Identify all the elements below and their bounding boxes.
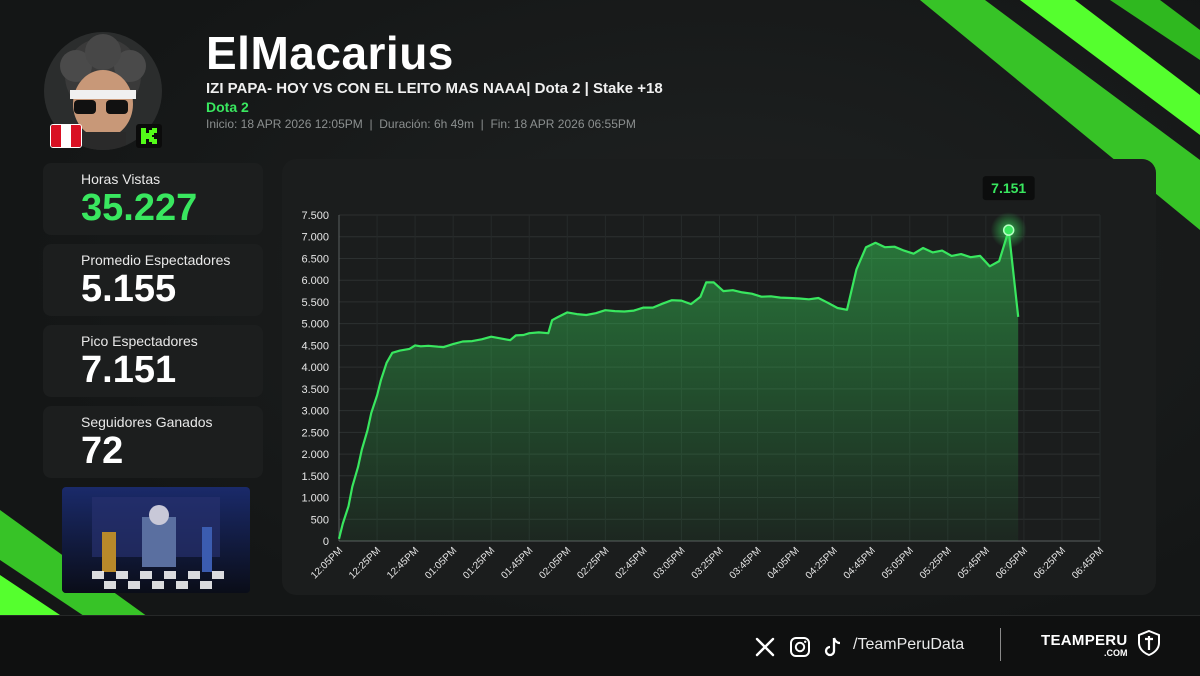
x-tick-label: 02:45PM: [613, 545, 649, 581]
x-tick-label: 05:05PM: [880, 545, 916, 581]
x-tick-label: 12:05PM: [309, 545, 345, 581]
x-tick-label: 06:45PM: [1070, 545, 1106, 581]
stat-value: 35.227: [81, 187, 198, 229]
x-tick-label: 02:05PM: [537, 545, 573, 581]
y-tick-label: 7.500: [301, 210, 329, 222]
stream-title: IZI PAPA- HOY VS CON EL LEITO MAS NAAA| …: [206, 80, 663, 97]
brand-name: TEAMPERU: [1041, 632, 1128, 649]
kick-logo-icon: [136, 124, 162, 148]
shield-logo-icon: [1138, 630, 1160, 656]
x-tick-label: 04:45PM: [842, 545, 878, 581]
peak-point: [1002, 224, 1015, 236]
y-tick-label: 3.000: [301, 406, 329, 418]
footer: [0, 615, 1200, 676]
stat-value: 5.155: [81, 268, 177, 310]
x-icon[interactable]: [754, 636, 776, 658]
x-tick-label: 06:25PM: [1032, 545, 1068, 581]
brand-suffix: .COM: [1104, 648, 1128, 658]
y-tick-label: 7.000: [301, 232, 329, 244]
game-name: Dota 2: [206, 99, 249, 115]
footer-divider: [1000, 628, 1001, 661]
stat-card-seguidores-ganados: Seguidores Ganados 72: [43, 406, 263, 478]
peru-flag-icon: [50, 124, 82, 148]
x-tick-label: 05:25PM: [918, 545, 954, 581]
stat-card-promedio-espectadores: Promedio Espectadores 5.155: [43, 244, 263, 316]
peak-label: 7.151: [991, 180, 1026, 196]
y-tick-label: 500: [311, 514, 329, 526]
y-tick-label: 5.500: [301, 297, 329, 309]
series-area: [339, 230, 1019, 541]
x-tick-label: 12:45PM: [385, 545, 421, 581]
y-tick-label: 4.500: [301, 340, 329, 352]
stat-card-pico-espectadores: Pico Espectadores 7.151: [43, 325, 263, 397]
x-tick-label: 12:25PM: [347, 545, 383, 581]
social-handle[interactable]: /TeamPeruData: [853, 636, 964, 654]
stat-label: Horas Vistas: [81, 171, 161, 187]
duration: Duración: 6h 49m: [379, 117, 474, 131]
x-tick-label: 03:25PM: [690, 545, 726, 581]
stat-label: Promedio Espectadores: [81, 252, 231, 268]
y-tick-label: 2.000: [301, 449, 329, 461]
x-tick-label: 02:25PM: [575, 545, 611, 581]
y-tick-label: 6.500: [301, 253, 329, 265]
x-tick-label: 04:05PM: [766, 545, 802, 581]
x-tick-label: 05:45PM: [956, 545, 992, 581]
instagram-icon[interactable]: [789, 636, 811, 658]
x-tick-label: 01:05PM: [423, 545, 459, 581]
y-tick-label: 1.000: [301, 493, 329, 505]
x-tick-label: 03:45PM: [728, 545, 764, 581]
stat-value: 72: [81, 430, 124, 472]
y-tick-label: 0: [323, 536, 329, 548]
x-tick-label: 01:25PM: [461, 545, 497, 581]
x-tick-label: 03:05PM: [651, 545, 687, 581]
stream-thumbnail: [62, 487, 250, 593]
stat-label: Pico Espectadores: [81, 333, 198, 349]
tiktok-icon[interactable]: [822, 636, 844, 658]
x-tick-label: 04:25PM: [804, 545, 840, 581]
y-tick-label: 6.000: [301, 275, 329, 287]
stat-value: 7.151: [81, 349, 177, 391]
viewers-chart: 0 500 1.000 1.500 2.000 2.500 3.000 3.500 4.000 4…: [301, 176, 1106, 581]
stat-card-horas-vistas: Horas Vistas 35.227: [43, 163, 263, 235]
end-time: Fin: 18 APR 2026 06:55PM: [490, 117, 636, 131]
start-time: Inicio: 18 APR 2026 12:05PM: [206, 117, 363, 131]
x-tick-label: 01:45PM: [499, 545, 535, 581]
y-tick-label: 1.500: [301, 471, 329, 483]
y-tick-label: 5.000: [301, 319, 329, 331]
y-tick-label: 4.000: [301, 362, 329, 374]
x-tick-label: 06:05PM: [994, 545, 1030, 581]
y-tick-label: 3.500: [301, 384, 329, 396]
stream-times: Inicio: 18 APR 2026 12:05PM | Duración: …: [206, 117, 636, 131]
stat-label: Seguidores Ganados: [81, 414, 213, 430]
y-tick-label: 2.500: [301, 427, 329, 439]
streamer-name: ElMacarius: [206, 27, 454, 79]
